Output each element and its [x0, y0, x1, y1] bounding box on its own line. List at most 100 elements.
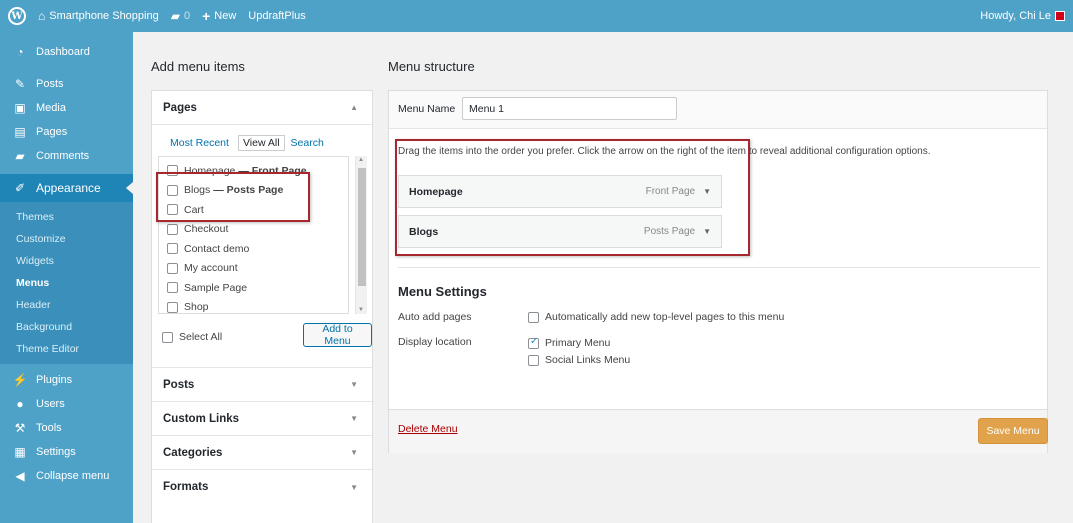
site-name-link[interactable]: ⌂ Smartphone Shopping	[38, 9, 159, 23]
list-item[interactable]: Shop	[159, 298, 348, 313]
divider	[398, 267, 1040, 268]
list-item[interactable]: Checkout	[159, 220, 348, 240]
submenu-item-menus[interactable]: Menus	[0, 272, 133, 294]
list-item[interactable]: My account	[159, 259, 348, 279]
sidebar-item-label: Appearance	[36, 181, 101, 195]
tab-most-recent[interactable]: Most Recent	[170, 137, 229, 149]
submenu-item-header[interactable]: Header	[0, 294, 133, 316]
plus-icon: +	[202, 8, 211, 24]
posts-heading: Posts	[163, 378, 195, 391]
submenu-item-themes[interactable]: Themes	[0, 206, 133, 228]
sidebar-item-pages[interactable]: ▤ Pages	[0, 120, 133, 144]
submenu-item-background[interactable]: Background	[0, 316, 133, 338]
highlight-box	[395, 139, 750, 256]
users-icon: ●	[16, 397, 24, 411]
site-name: Smartphone Shopping	[49, 10, 159, 22]
comments-link[interactable]: ▰ 0	[171, 9, 190, 23]
menu-footer: Delete Menu Save Menu	[389, 409, 1048, 453]
sidebar-item-tools[interactable]: ⚒ Tools	[0, 416, 133, 440]
submenu-item-theme-editor[interactable]: Theme Editor	[0, 338, 133, 360]
scroll-up-icon[interactable]: ▲	[358, 157, 364, 163]
sidebar-item-comments[interactable]: ▰ Comments	[0, 144, 133, 168]
categories-accordion-header[interactable]: Categories ▼	[152, 436, 372, 470]
auto-add-option[interactable]: Automatically add new top-level pages to…	[528, 311, 784, 323]
dashboard-icon: ◔	[16, 45, 24, 59]
list-item[interactable]: Sample Page	[159, 278, 348, 298]
account-menu[interactable]: Howdy, Chi Le	[980, 10, 1065, 22]
submenu-item-widgets[interactable]: Widgets	[0, 250, 133, 272]
main-content: Add menu items Menu structure Pages ▲ Mo…	[133, 32, 1073, 523]
appearance-submenu: Themes Customize Widgets Menus Header Ba…	[0, 202, 133, 364]
sidebar-item-media[interactable]: ▣ Media	[0, 96, 133, 120]
social-links-menu-option[interactable]: Social Links Menu	[528, 354, 630, 366]
social-links-menu-checkbox[interactable]	[528, 354, 539, 366]
page-checkbox[interactable]	[167, 262, 178, 274]
collapse-up-icon: ▲	[350, 103, 358, 112]
auto-add-label: Auto add pages	[398, 311, 472, 323]
collapse-menu-button[interactable]: ◀ Collapse menu	[0, 464, 133, 488]
page-checkbox[interactable]	[167, 282, 178, 294]
admin-sidebar: ◔ Dashboard ✎ Posts ▣ Media ▤ Pages ▰ Comment…	[0, 32, 133, 523]
updraftplus-link[interactable]: UpdraftPlus	[248, 10, 305, 22]
chevron-down-icon: ▼	[350, 482, 358, 492]
save-menu-button[interactable]: Save Menu	[978, 418, 1048, 444]
menu-name-input[interactable]	[462, 97, 677, 120]
auto-add-checkbox[interactable]	[528, 311, 539, 323]
page-checkbox[interactable]	[167, 301, 178, 313]
primary-menu-option[interactable]: Primary Menu	[528, 336, 610, 349]
new-content-link[interactable]: + New	[202, 8, 236, 24]
sidebar-item-appearance[interactable]: ✐ Appearance	[0, 174, 133, 202]
pages-heading: Pages	[163, 101, 197, 114]
wordpress-logo-icon[interactable]: W	[8, 7, 26, 25]
tab-search[interactable]: Search	[291, 137, 324, 149]
page-name: Sample Page	[184, 281, 248, 294]
display-location-label: Display location	[398, 336, 472, 348]
pages-list-scrollbar[interactable]: ▲ ▼	[355, 156, 367, 314]
sidebar-item-label: Posts	[36, 78, 64, 90]
scrollbar-thumb[interactable]	[358, 168, 366, 286]
list-item[interactable]: Contact demo	[159, 239, 348, 259]
comment-icon: ▰	[15, 149, 25, 163]
new-label: New	[214, 10, 237, 22]
highlight-box	[156, 172, 310, 222]
admin-bar: W ⌂ Smartphone Shopping ▰ 0 + New Updraf…	[0, 0, 1073, 32]
pages-accordion-header[interactable]: Pages ▲	[152, 91, 372, 125]
page-checkbox[interactable]	[167, 223, 178, 235]
pages-accordion-body: Most Recent View All Search Homepage — Fr…	[152, 125, 372, 368]
submenu-item-customize[interactable]: Customize	[0, 228, 133, 250]
delete-menu-link[interactable]: Delete Menu	[398, 423, 458, 435]
sidebar-item-plugins[interactable]: ⚡ Plugins	[0, 368, 133, 392]
scroll-down-icon[interactable]: ▼	[358, 307, 364, 313]
sidebar-item-users[interactable]: ● Users	[0, 392, 133, 416]
wrench-icon: ⚒	[14, 421, 26, 435]
tab-view-all[interactable]: View All	[237, 135, 285, 151]
comments-count: 0	[183, 10, 191, 22]
chevron-down-icon: ▼	[350, 448, 358, 457]
sidebar-item-label: Plugins	[36, 374, 73, 386]
home-icon: ⌂	[38, 9, 46, 23]
sidebar-item-label: Settings	[36, 446, 76, 458]
comment-icon: ▰	[170, 9, 180, 23]
pages-icon: ▤	[14, 125, 26, 139]
sidebar-item-settings[interactable]: ▦ Settings	[0, 440, 133, 464]
categories-heading: Categories	[163, 446, 223, 459]
add-menu-items-panel: Pages ▲ Most Recent View All Search Home…	[151, 90, 373, 523]
select-all-checkbox[interactable]	[162, 331, 173, 343]
avatar	[1055, 11, 1065, 21]
social-links-menu-label: Social Links Menu	[545, 354, 631, 366]
page-checkbox[interactable]	[167, 243, 178, 255]
collapse-arrow-icon: ◀	[15, 469, 25, 483]
sidebar-item-label: Collapse menu	[36, 470, 110, 482]
add-menu-items-title: Add menu items	[151, 59, 245, 74]
pages-tabs: Most Recent View All Search	[170, 135, 333, 151]
sidebar-item-dashboard[interactable]: ◔ Dashboard	[0, 40, 133, 64]
sidebar-item-label: Dashboard	[36, 46, 90, 58]
custom-links-accordion-header[interactable]: Custom Links ▼	[152, 402, 372, 436]
formats-accordion-header[interactable]: Formats ▼	[152, 470, 372, 504]
add-to-menu-button[interactable]: Add to Menu	[303, 323, 372, 347]
sidebar-item-posts[interactable]: ✎ Posts	[0, 72, 133, 96]
primary-menu-checkbox[interactable]	[528, 336, 539, 349]
updraftplus-label: UpdraftPlus	[248, 10, 306, 22]
select-all-control[interactable]: Select All	[162, 331, 222, 343]
posts-accordion-header[interactable]: Posts ▼	[152, 368, 372, 402]
